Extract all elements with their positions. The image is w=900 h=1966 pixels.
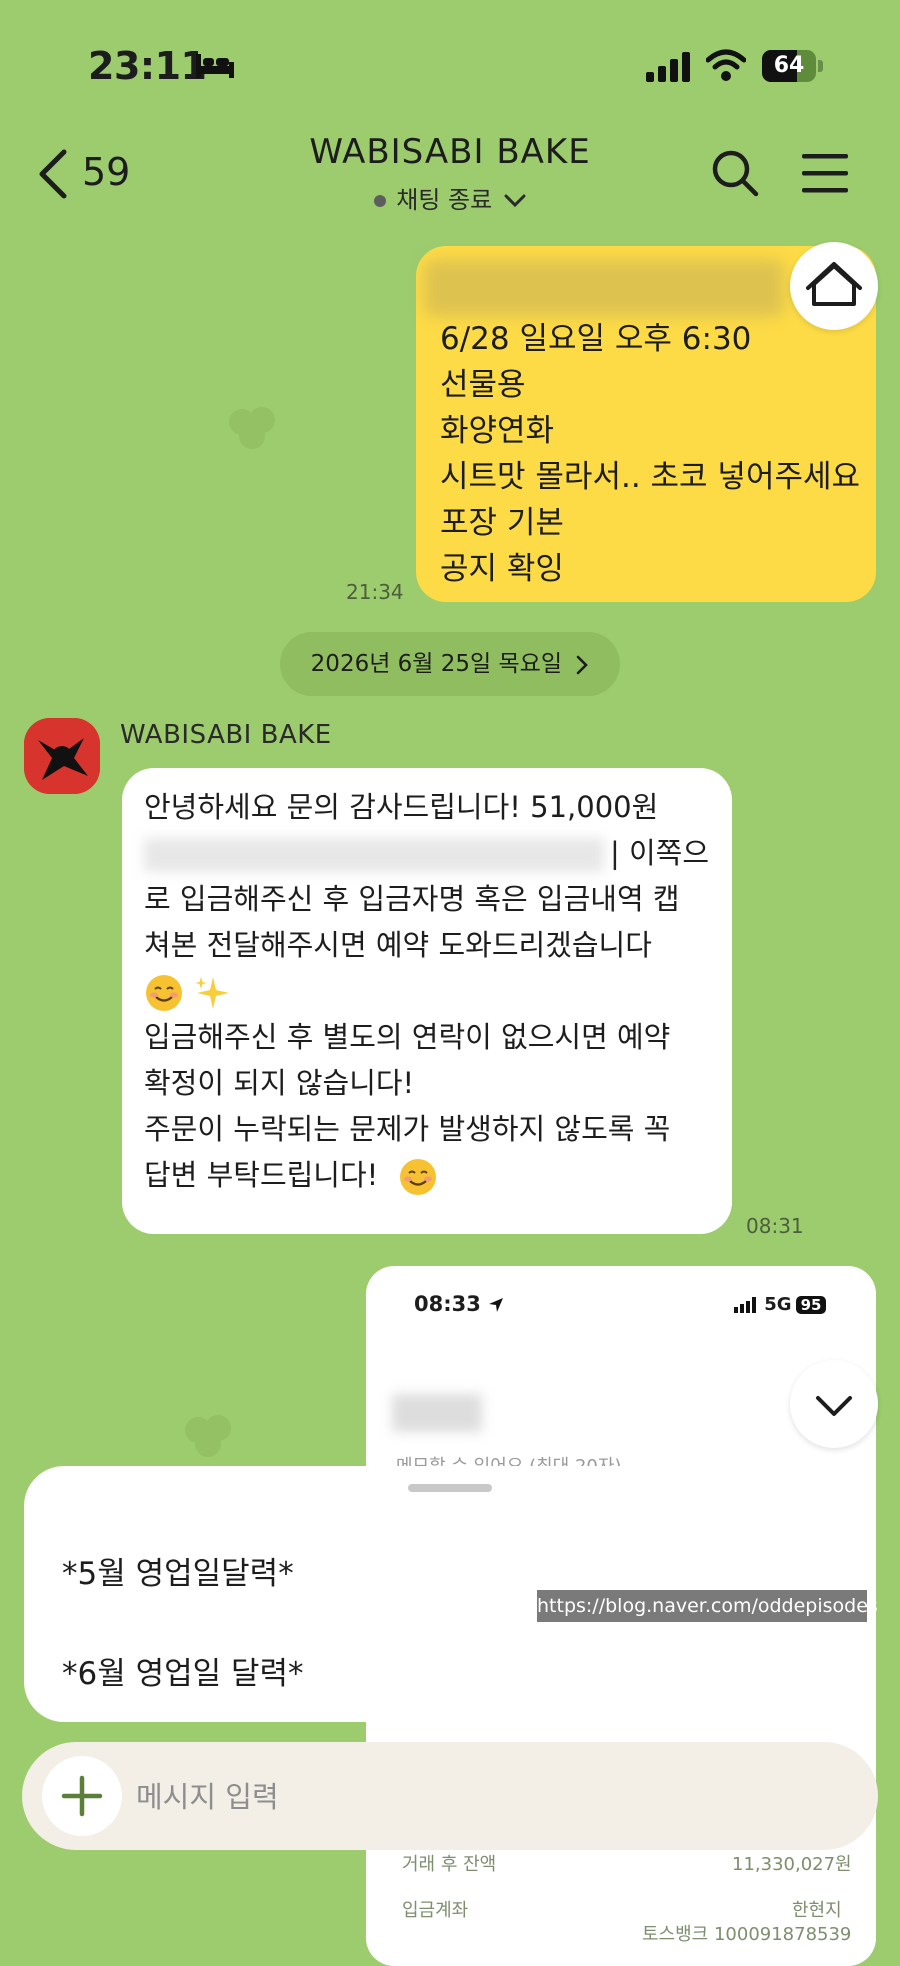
shop-logo-icon bbox=[24, 718, 100, 794]
clover-deco-icon bbox=[185, 1415, 231, 1457]
chevron-down-icon bbox=[816, 1396, 852, 1416]
redacted-text bbox=[392, 1394, 482, 1432]
date-divider-label: 2026년 6월 25일 목요일 bbox=[310, 651, 562, 677]
wifi-icon bbox=[706, 49, 746, 81]
search-icon[interactable] bbox=[710, 148, 760, 198]
smiling-face-emoji-icon bbox=[399, 1159, 436, 1195]
scroll-down-button[interactable] bbox=[790, 1360, 878, 1448]
balance-value: 11,330,027원 bbox=[732, 1854, 852, 1875]
avatar[interactable] bbox=[24, 718, 100, 794]
chevron-down-icon bbox=[504, 194, 526, 208]
quick-reply-item[interactable]: *5월 영업일달력* bbox=[62, 1548, 294, 1593]
status-time: 23:11 bbox=[88, 44, 207, 88]
battery-percent: 64 bbox=[773, 53, 805, 78]
battery-indicator: 64 bbox=[762, 50, 824, 82]
my-message-text: 6/28 일요일 오후 6:30 선물용 화양연화 시트맛 몰라서.. 초코 넣… bbox=[440, 321, 861, 587]
unread-count[interactable]: 59 bbox=[82, 150, 130, 194]
message-input[interactable]: 메시지 입력 bbox=[136, 1774, 279, 1816]
message-line-redacted: | 이쪽으 bbox=[144, 830, 719, 876]
sleep-bed-icon bbox=[196, 54, 234, 78]
shop-message-time: 08:31 bbox=[746, 1214, 804, 1238]
chat-status-label: 채팅 종료 bbox=[396, 186, 493, 214]
cellular-signal-icon bbox=[646, 52, 690, 82]
account-holder: 한현지 bbox=[792, 1900, 842, 1921]
clover-deco-icon bbox=[229, 407, 275, 449]
message-line: 답변 부탁드립니다! bbox=[144, 1158, 379, 1192]
menu-icon[interactable] bbox=[802, 152, 848, 194]
message-line: 로 입금해주신 후 입금자명 혹은 입금내역 캡 bbox=[144, 882, 680, 916]
message-line: | 이쪽으 bbox=[610, 836, 710, 870]
chevron-right-icon bbox=[577, 655, 589, 674]
chat-status[interactable]: 채팅 종료 bbox=[300, 180, 600, 215]
message-line: 확정이 되지 않습니다! bbox=[144, 1066, 415, 1100]
account-label: 입금계좌 bbox=[402, 1900, 469, 1921]
balance-label: 거래 후 잔액 bbox=[402, 1854, 497, 1875]
location-arrow-icon bbox=[489, 1298, 504, 1312]
redacted-account bbox=[144, 838, 604, 872]
smiling-face-emoji-icon bbox=[146, 975, 182, 1011]
sender-name: WABISABI BAKE bbox=[120, 720, 332, 750]
status-dot bbox=[374, 195, 387, 207]
home-button[interactable] bbox=[790, 242, 878, 330]
attach-button[interactable] bbox=[42, 1756, 122, 1836]
home-icon bbox=[806, 262, 862, 306]
shop-message-bubble[interactable]: 안녕하세요 문의 감사드립니다! 51,000원 | 이쪽으 로 입금해주신 후… bbox=[122, 768, 732, 1234]
emoji-line bbox=[144, 968, 719, 1014]
network-label: 5G bbox=[764, 1294, 792, 1315]
plus-icon bbox=[61, 1775, 103, 1817]
screenshot-battery: 95 bbox=[795, 1296, 827, 1314]
back-chevron-icon[interactable] bbox=[34, 148, 74, 200]
redacted-text bbox=[424, 260, 784, 316]
chat-title[interactable]: WABISABI BAKE bbox=[250, 132, 650, 172]
screenshot-status-time: 08:33 bbox=[414, 1292, 504, 1316]
message-line-with-emoji: 답변 부탁드립니다! bbox=[144, 1152, 719, 1198]
my-message-time: 21:34 bbox=[346, 580, 404, 604]
cellular-signal-icon bbox=[734, 1297, 756, 1313]
sparkles-emoji-icon bbox=[195, 977, 230, 1009]
url-watermark: https://blog.naver.com/oddepisodes bbox=[537, 1590, 878, 1622]
quick-reply-item[interactable]: *6월 영업일 달력* bbox=[62, 1648, 304, 1693]
message-line: 안녕하세요 문의 감사드립니다! 51,000원 bbox=[144, 790, 659, 824]
message-line: 입금해주신 후 별도의 연락이 없으시면 예약 bbox=[144, 1020, 671, 1054]
message-line: 쳐본 전달해주시면 예약 도와드리겠습니다 bbox=[144, 928, 652, 962]
screenshot-status-right: 5G 95 bbox=[734, 1294, 827, 1315]
sheet-handle[interactable] bbox=[408, 1484, 492, 1492]
account-number: 토스뱅크 100091878539 bbox=[642, 1924, 852, 1945]
message-line: 주문이 누락되는 문제가 발생하지 않도록 꼭 bbox=[144, 1112, 671, 1146]
screenshot-time-label: 08:33 bbox=[414, 1292, 481, 1316]
date-divider[interactable]: 2026년 6월 25일 목요일 bbox=[280, 632, 620, 696]
message-composer[interactable]: 메시지 입력 bbox=[22, 1742, 878, 1850]
